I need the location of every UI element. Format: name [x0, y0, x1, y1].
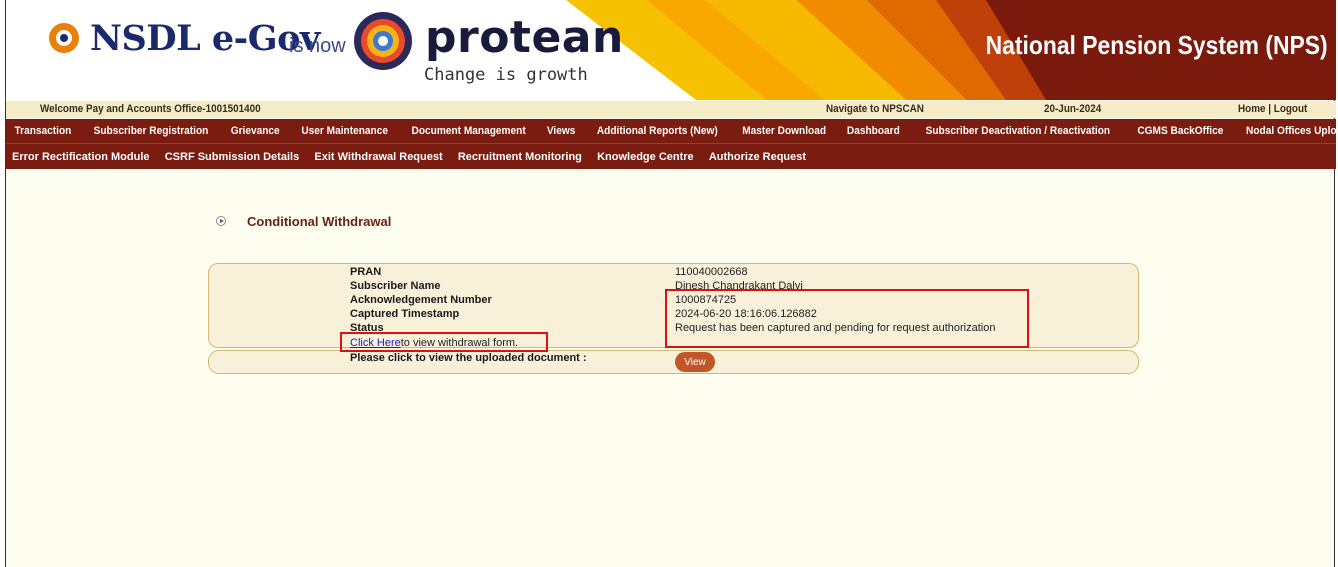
main-menu-row-2: Error Rectification Module CSRF Submissi… — [6, 143, 1336, 169]
menu-user-maintenance[interactable]: User Maintenance — [294, 125, 395, 137]
menu-exit-withdrawal[interactable]: Exit Withdrawal Request — [307, 151, 450, 163]
is-now-text: is now — [289, 35, 346, 57]
nsdl-logo-icon — [49, 23, 79, 53]
menu-subscriber-deactivation[interactable]: Subscriber Deactivation / Reactivation — [919, 125, 1117, 137]
menu-knowledge-centre[interactable]: Knowledge Centre — [590, 151, 702, 163]
site-title: National Pension System (NPS) — [985, 30, 1328, 60]
menu-transaction[interactable]: Transaction — [9, 125, 78, 137]
protean-globe-icon — [354, 12, 412, 70]
welcome-bar: Welcome Pay and Accounts Office-10015014… — [6, 101, 1336, 118]
page-frame: NSDL e-Gov is now protean Change is grow… — [5, 0, 1338, 567]
menu-subscriber-registration[interactable]: Subscriber Registration — [87, 125, 216, 137]
protean-wordmark: protean — [425, 12, 624, 63]
bullet-arrow-icon — [216, 216, 226, 226]
home-logout-link[interactable]: Home | Logout — [1238, 103, 1307, 115]
menu-master-download[interactable]: Master Download — [735, 125, 833, 137]
view-document-button[interactable]: View — [675, 352, 715, 372]
current-date: 20-Jun-2024 — [1044, 103, 1102, 115]
tagline: Change is growth — [424, 65, 588, 85]
menu-additional-reports[interactable]: Additional Reports (New) — [590, 125, 725, 137]
menu-csrf-submission[interactable]: CSRF Submission Details — [157, 151, 307, 163]
menu-authorize-request[interactable]: Authorize Request — [701, 151, 813, 163]
upload-document-label: Please click to view the uploaded docume… — [350, 352, 587, 364]
menu-recruitment-monitoring[interactable]: Recruitment Monitoring — [450, 151, 589, 163]
highlight-box-click-here — [340, 332, 548, 352]
ack-number-label: Acknowledgement Number — [350, 294, 492, 306]
menu-views[interactable]: Views — [540, 125, 582, 137]
menu-nodal-offices-upload[interactable]: Nodal Offices Upload — [1239, 125, 1338, 137]
pran-value: 110040002668 — [675, 266, 748, 278]
menu-dashboard[interactable]: Dashboard — [840, 125, 907, 137]
highlight-box-ack-status — [665, 289, 1029, 348]
page-title: Conditional Withdrawal — [247, 214, 392, 229]
menu-grievance[interactable]: Grievance — [224, 125, 287, 137]
subscriber-name-label: Subscriber Name — [350, 280, 441, 292]
welcome-text: Welcome Pay and Accounts Office-10015014… — [40, 103, 261, 115]
main-menu-row-1: Transaction Subscriber Registration Grie… — [6, 119, 1338, 143]
brand-name: NSDL e-Gov — [90, 18, 320, 59]
menu-error-rectification[interactable]: Error Rectification Module — [6, 151, 157, 163]
navigate-npscan-link[interactable]: Navigate to NPSCAN — [826, 103, 924, 115]
menu-cgms-backoffice[interactable]: CGMS BackOffice — [1130, 125, 1230, 137]
header-banner: NSDL e-Gov is now protean Change is grow… — [6, 0, 1336, 100]
menu-document-management[interactable]: Document Management — [405, 125, 533, 137]
upload-panel — [208, 350, 1139, 374]
pran-label: PRAN — [350, 266, 382, 278]
captured-timestamp-label: Captured Timestamp — [350, 308, 460, 320]
